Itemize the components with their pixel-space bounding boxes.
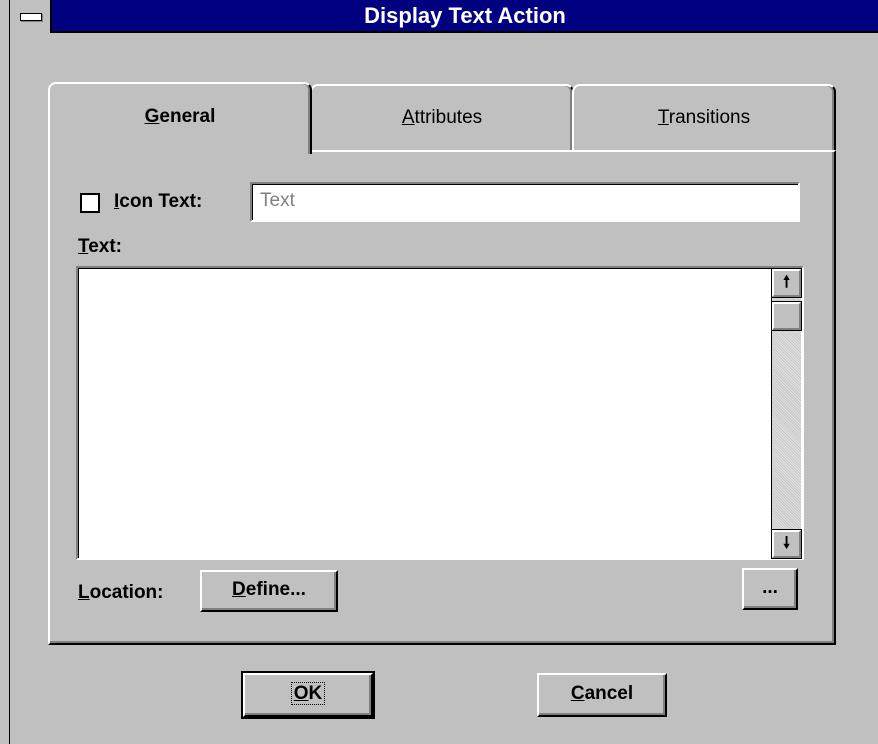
- tab-general-label: General: [144, 106, 216, 127]
- location-label: Location:: [78, 582, 164, 603]
- cancel-button[interactable]: Cancel: [537, 673, 667, 717]
- system-menu-icon: [20, 13, 42, 21]
- scroll-up-button[interactable]: 🠕: [771, 268, 802, 298]
- more-options-button[interactable]: ...: [742, 568, 798, 610]
- tab-general[interactable]: General: [48, 82, 312, 154]
- text-label: Text:: [78, 236, 122, 257]
- tab-transitions-label: Transitions: [657, 107, 751, 128]
- icon-text-label: Icon Text:: [114, 191, 203, 212]
- scroll-down-button[interactable]: 🠗: [771, 529, 802, 559]
- icon-text-field[interactable]: Text: [250, 182, 800, 222]
- ok-button[interactable]: OK: [241, 671, 375, 719]
- icon-text-checkbox[interactable]: [80, 193, 100, 213]
- scroll-thumb[interactable]: [771, 301, 802, 331]
- vertical-scrollbar[interactable]: 🠕 🠗: [771, 268, 802, 559]
- ok-button-focus-ring: OK: [290, 682, 326, 705]
- arrow-up-icon: 🠕: [783, 274, 790, 291]
- tab-transitions[interactable]: Transitions: [572, 84, 836, 150]
- tab-attributes[interactable]: Attributes: [310, 84, 574, 150]
- text-area[interactable]: 🠕 🠗: [76, 266, 804, 560]
- tab-attributes-label: Attributes: [401, 107, 483, 128]
- dialog-window: Display Text Action General Attributes T…: [0, 0, 878, 744]
- define-button[interactable]: Define...: [200, 570, 338, 612]
- system-menu-button[interactable]: [10, 0, 52, 33]
- arrow-down-icon: 🠗: [783, 535, 790, 552]
- title-bar[interactable]: Display Text Action: [10, 0, 878, 33]
- window-title: Display Text Action: [364, 3, 566, 28]
- window-left-border: [0, 0, 10, 744]
